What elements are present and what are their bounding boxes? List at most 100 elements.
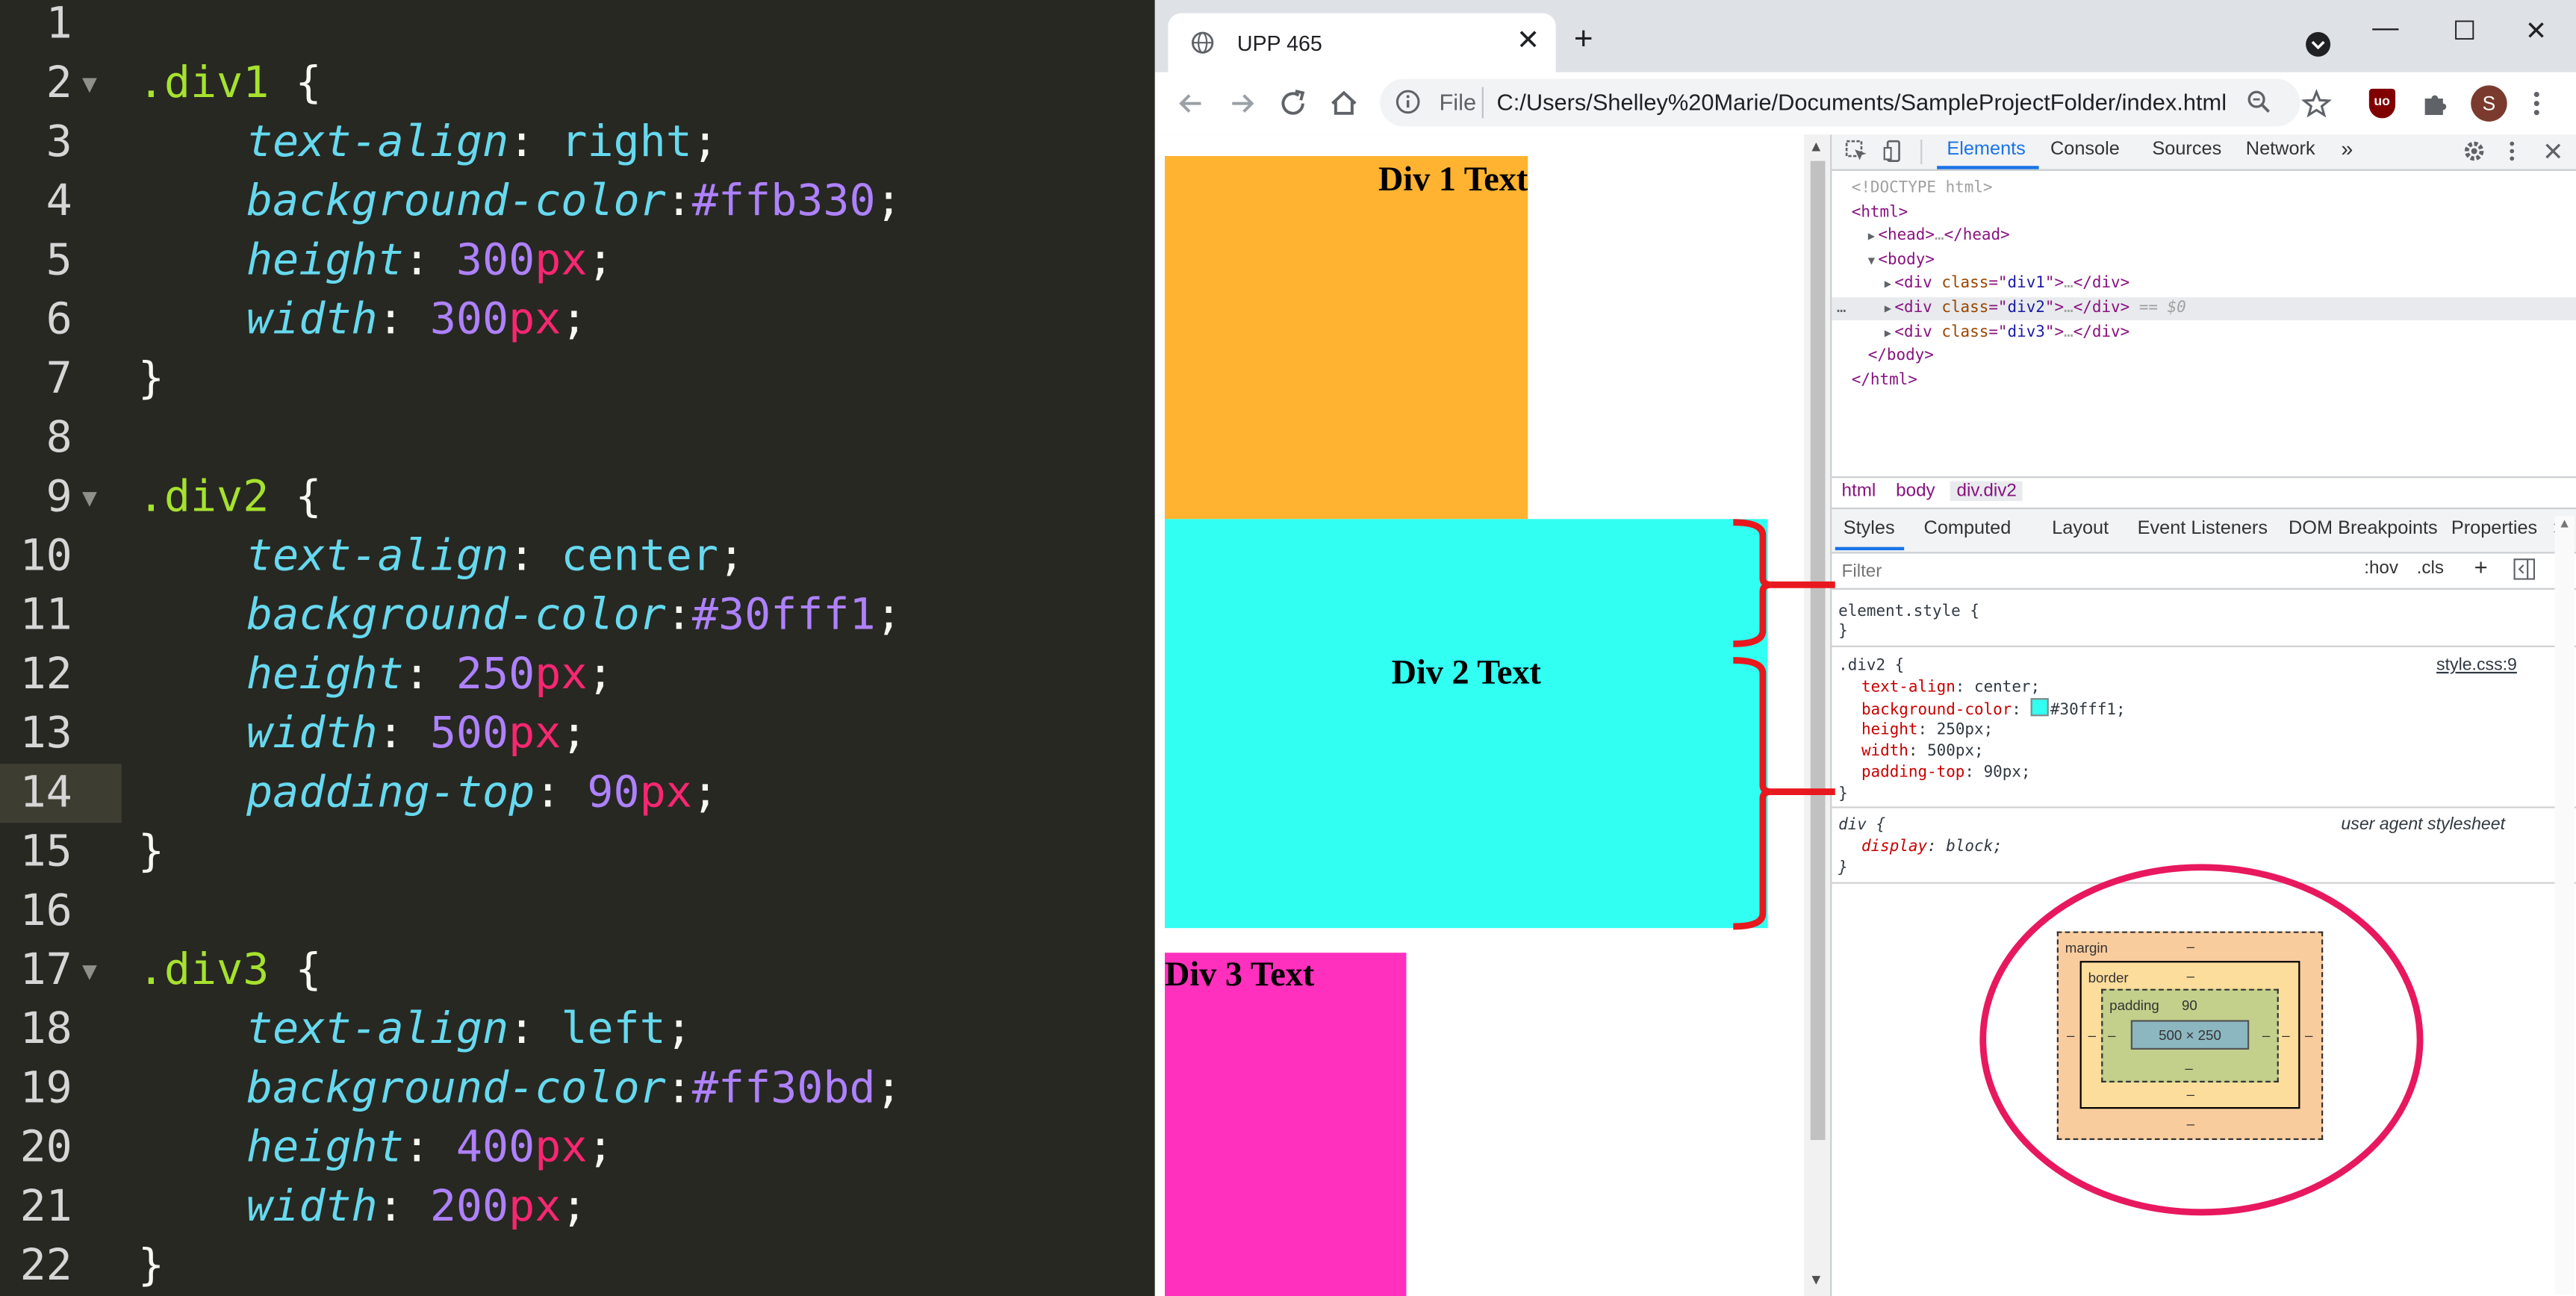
reload-icon[interactable] bbox=[1275, 85, 1310, 121]
tab-console[interactable]: Console bbox=[2050, 140, 2120, 159]
code-line[interactable]: 3 text-align: right; bbox=[0, 113, 1155, 172]
breadcrumb-body[interactable]: body bbox=[1896, 482, 1935, 501]
code-line[interactable]: 2 ▼ .div1 { bbox=[0, 54, 1155, 113]
puzzle-extensions-icon[interactable] bbox=[2420, 89, 2450, 119]
collapsed-triangle-icon[interactable]: ▶ bbox=[1885, 326, 1891, 340]
code-line[interactable]: 4 background-color:#ffb330; bbox=[0, 172, 1155, 231]
tab-event-listeners[interactable]: Event Listeners bbox=[2138, 519, 2268, 538]
browser-tab[interactable]: UPP 465 ✕ bbox=[1168, 13, 1556, 72]
dom-node[interactable]: ▶ <head>…</head> bbox=[1832, 225, 2576, 249]
dom-tree[interactable]: <!DOCTYPE html> <html> ▶ <head>…</head> ▼ <bo… bbox=[1832, 171, 2576, 475]
code-line[interactable]: 13 width: 500px; bbox=[0, 705, 1155, 764]
code-line[interactable]: 15} bbox=[0, 823, 1155, 882]
dom-node[interactable]: </html> bbox=[1832, 370, 2576, 393]
page-scrollbar[interactable]: ▲ ▼ bbox=[1803, 134, 1831, 1296]
dom-node[interactable]: ▶ <div class="div1">…</div> bbox=[1832, 273, 2576, 296]
new-tab-button[interactable]: + bbox=[1574, 23, 1593, 56]
element-style-selector[interactable]: element.style { bbox=[1838, 601, 1979, 623]
settings-gear-icon[interactable] bbox=[2463, 140, 2486, 163]
color-swatch[interactable] bbox=[2030, 698, 2049, 717]
div2-box[interactable]: Div 2 Text bbox=[1165, 519, 1768, 929]
fold-arrow-icon[interactable]: ▼ bbox=[82, 54, 97, 113]
div2-rule-selector[interactable]: .div2 { bbox=[1838, 655, 1904, 677]
css-property[interactable]: padding-top: 90px; bbox=[1861, 762, 2031, 784]
styles-scroll-up-icon[interactable]: ▲ bbox=[2558, 516, 2571, 531]
close-devtools-icon[interactable] bbox=[2543, 141, 2563, 161]
devtools-menu-icon[interactable] bbox=[2505, 140, 2519, 163]
close-window-button[interactable]: ✕ bbox=[2525, 15, 2547, 48]
styles-scrollbar[interactable]: ▲ bbox=[2554, 515, 2575, 1295]
scroll-thumb[interactable] bbox=[1810, 161, 1826, 1141]
more-tabs-icon[interactable]: » bbox=[2341, 137, 2353, 161]
cls-button[interactable]: .cls bbox=[2417, 558, 2444, 578]
inspect-element-icon[interactable] bbox=[1845, 140, 1868, 163]
styles-filter-input[interactable] bbox=[1838, 555, 2355, 587]
ublock-extension-icon[interactable]: uo bbox=[2368, 88, 2396, 119]
code-line[interactable]: 9 ▼ .div2 { bbox=[0, 468, 1155, 527]
code-line[interactable]: 19 background-color:#ff30bd; bbox=[0, 1059, 1155, 1118]
maximize-button[interactable]: ☐ bbox=[2453, 15, 2477, 48]
css-property[interactable]: background-color: #30fff1; bbox=[1861, 698, 2126, 721]
code-line[interactable]: 1 bbox=[0, 0, 1155, 54]
tab-styles[interactable]: Styles bbox=[1844, 519, 1895, 538]
node-actions-icon[interactable]: … bbox=[1837, 297, 1847, 320]
code-line[interactable]: 16 bbox=[0, 882, 1155, 941]
css-property[interactable]: width: 500px; bbox=[1861, 741, 1984, 762]
tab-sources[interactable]: Sources bbox=[2152, 140, 2221, 159]
code-line[interactable]: 7} bbox=[0, 350, 1155, 409]
code-line[interactable]: 21 width: 200px; bbox=[0, 1178, 1155, 1237]
dom-node[interactable]: <html> bbox=[1832, 202, 2576, 225]
scroll-down-arrow-icon[interactable]: ▼ bbox=[1809, 1271, 1824, 1288]
close-tab-icon[interactable]: ✕ bbox=[1516, 25, 1540, 56]
dom-node[interactable]: </body> bbox=[1832, 345, 2576, 368]
collapsed-triangle-icon[interactable]: ▶ bbox=[1868, 230, 1875, 243]
code-line[interactable]: 18 text-align: left; bbox=[0, 1000, 1155, 1059]
code-line[interactable]: 10 text-align: center; bbox=[0, 527, 1155, 586]
toggle-sidebar-icon[interactable] bbox=[2513, 558, 2536, 580]
code-line[interactable]: 8 bbox=[0, 409, 1155, 468]
tab-layout[interactable]: Layout bbox=[2052, 519, 2109, 538]
tab-network[interactable]: Network bbox=[2246, 140, 2315, 159]
tab-properties[interactable]: Properties bbox=[2451, 519, 2537, 538]
expanded-triangle-icon[interactable]: ▼ bbox=[1868, 255, 1875, 268]
collapsed-triangle-icon[interactable]: ▶ bbox=[1885, 278, 1891, 292]
tab-search-icon[interactable] bbox=[2305, 31, 2331, 57]
code-editor[interactable]: 1 2 ▼ .div1 {3 text-align: right; 4 background… bbox=[0, 0, 1155, 1296]
breadcrumb-html[interactable]: html bbox=[1842, 482, 1876, 501]
back-arrow-icon[interactable] bbox=[1173, 85, 1209, 121]
code-line[interactable]: 22} bbox=[0, 1237, 1155, 1296]
code-line[interactable]: 6 width: 300px; bbox=[0, 290, 1155, 349]
tab-computed[interactable]: Computed bbox=[1924, 519, 2012, 538]
code-line[interactable]: 20 height: 400px; bbox=[0, 1118, 1155, 1177]
info-icon[interactable] bbox=[1395, 89, 1421, 115]
dom-node[interactable]: <!DOCTYPE html> bbox=[1832, 178, 2576, 201]
device-toolbar-icon[interactable] bbox=[1883, 140, 1906, 163]
collapsed-triangle-icon[interactable]: ▶ bbox=[1885, 302, 1891, 316]
code-line[interactable]: 11 background-color:#30fff1; bbox=[0, 587, 1155, 646]
rule-source-link[interactable]: style.css:9 bbox=[2436, 655, 2517, 677]
code-line[interactable]: 17 ▼ .div3 { bbox=[0, 941, 1155, 1000]
profile-avatar[interactable]: S bbox=[2471, 85, 2507, 122]
bookmark-star-icon[interactable] bbox=[2301, 89, 2332, 119]
dom-node[interactable]: ▼ <body> bbox=[1832, 249, 2576, 272]
code-line[interactable]: 14 padding-top: 90px; bbox=[0, 764, 1155, 823]
minimize-button[interactable]: — bbox=[2372, 15, 2398, 45]
forward-arrow-icon[interactable] bbox=[1224, 85, 1260, 121]
code-line[interactable]: 12 height: 250px; bbox=[0, 646, 1155, 705]
new-rule-button[interactable]: + bbox=[2474, 554, 2488, 580]
css-property[interactable]: text-align: center; bbox=[1861, 677, 2040, 699]
breadcrumb-div2[interactable]: div.div2 bbox=[1950, 481, 2023, 502]
css-property[interactable]: height: 250px; bbox=[1861, 720, 1993, 741]
url-text[interactable]: C:/Users/Shelley%20Marie/Documents/Sampl… bbox=[1496, 89, 2227, 115]
home-icon[interactable] bbox=[1326, 85, 1362, 121]
scroll-up-arrow-icon[interactable]: ▲ bbox=[1809, 138, 1824, 155]
code-line[interactable]: 5 height: 300px; bbox=[0, 231, 1155, 290]
fold-arrow-icon[interactable]: ▼ bbox=[82, 468, 97, 527]
tab-dom-breakpoints[interactable]: DOM Breakpoints bbox=[2289, 519, 2438, 538]
div1-box[interactable]: Div 1 Text bbox=[1165, 156, 1528, 520]
box-model-content[interactable]: 500 × 250 bbox=[2130, 1020, 2250, 1050]
address-bar[interactable]: File C:/Users/Shelley%20Marie/Documents/… bbox=[1380, 78, 2300, 127]
zoom-icon[interactable] bbox=[2246, 89, 2272, 115]
div3-box[interactable]: Div 3 Text bbox=[1165, 953, 1407, 1296]
hov-button[interactable]: :hov bbox=[2364, 558, 2398, 578]
